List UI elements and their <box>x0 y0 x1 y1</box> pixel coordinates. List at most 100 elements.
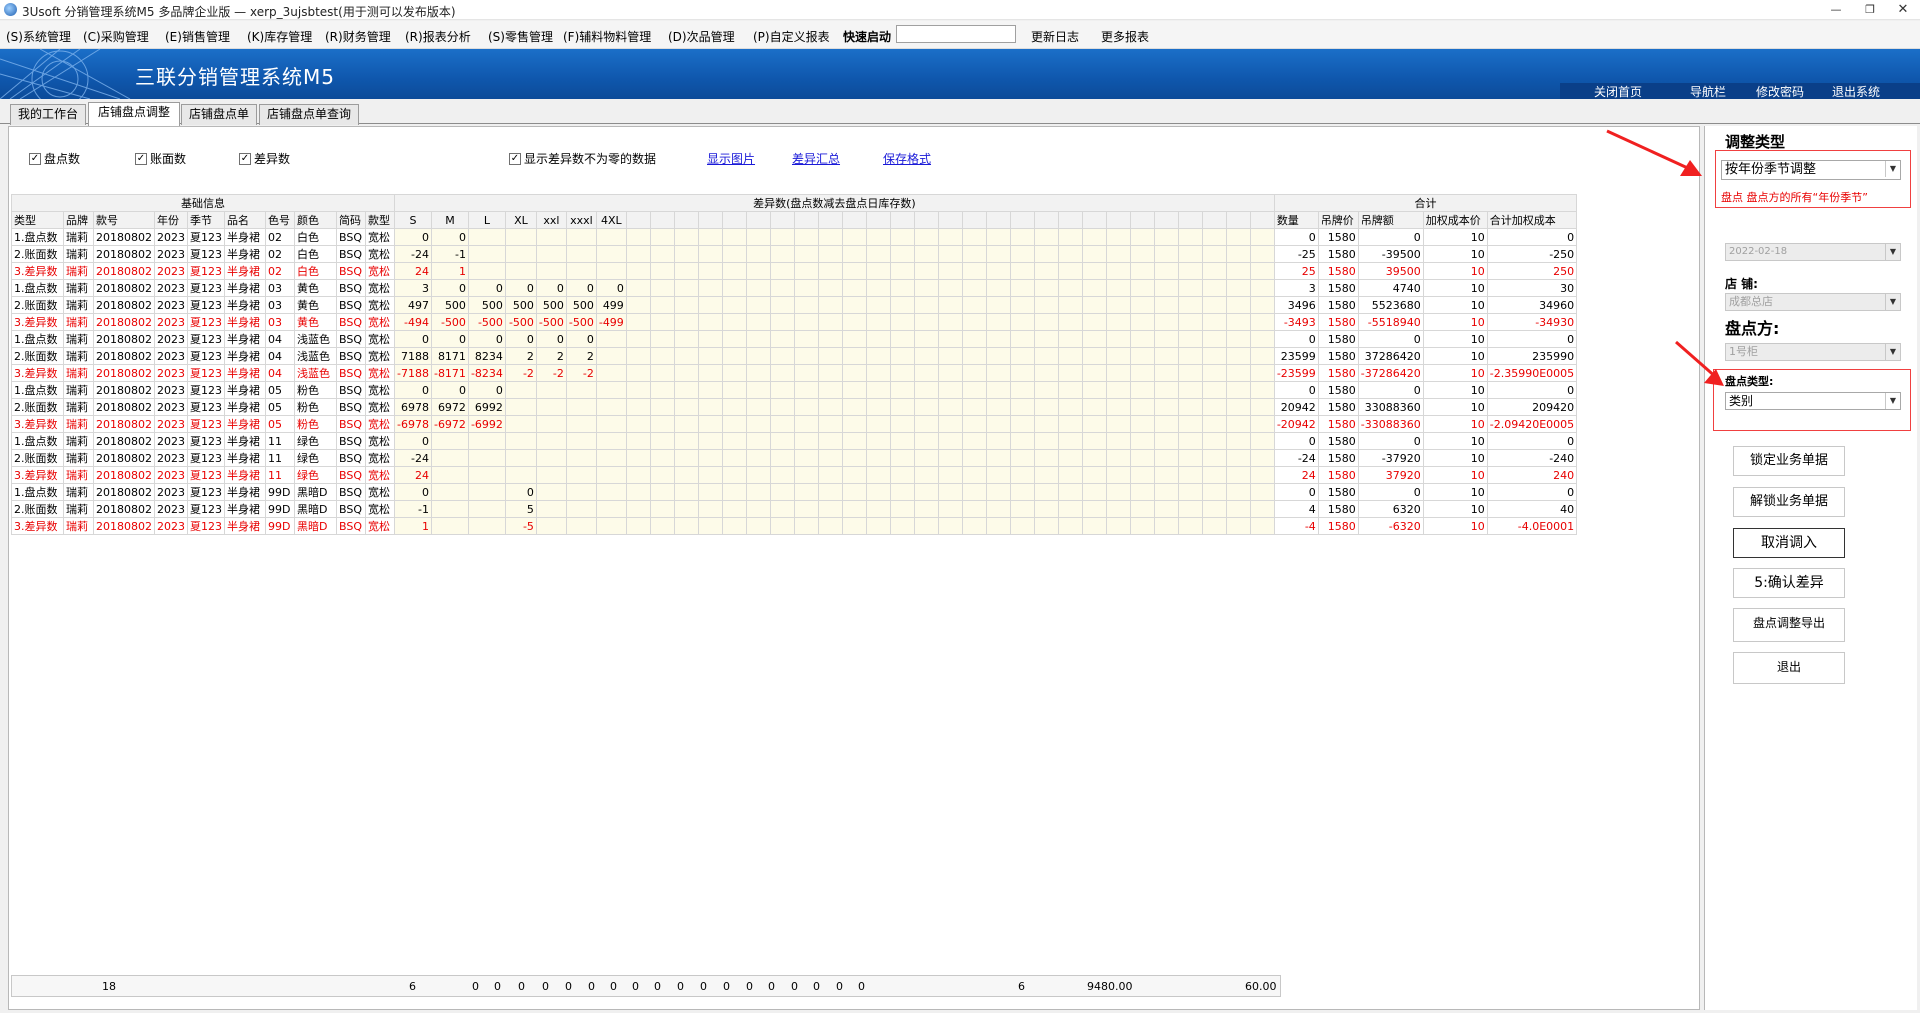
table-cell[interactable]: 瑞莉 <box>63 228 94 246</box>
column-header[interactable]: 吊牌额 <box>1357 211 1424 229</box>
table-row[interactable]: 2.账面数 瑞莉 20180802 2023 夏123 半身裙 02 白色 BSQ 宽松 -24 -1… <box>11 245 1578 263</box>
checkbox-book[interactable]: ✓ 账面数 <box>135 150 186 167</box>
table-cell[interactable] <box>1105 398 1131 416</box>
table-cell[interactable]: BSQ <box>336 415 366 433</box>
table-cell[interactable] <box>649 398 675 416</box>
table-cell[interactable]: 白色 <box>294 245 337 263</box>
table-cell[interactable] <box>673 517 699 535</box>
table-cell[interactable]: 2023 <box>154 228 188 246</box>
table-cell[interactable] <box>1057 398 1083 416</box>
table-cell[interactable] <box>769 466 795 484</box>
table-cell[interactable] <box>745 228 771 246</box>
table-cell[interactable] <box>1129 245 1155 263</box>
table-cell[interactable]: 浅蓝色 <box>294 330 337 348</box>
table-cell[interactable] <box>565 245 597 263</box>
table-cell[interactable] <box>889 432 915 450</box>
table-cell[interactable] <box>1249 245 1275 263</box>
table-cell[interactable]: 02 <box>265 262 295 280</box>
table-cell[interactable] <box>1009 500 1035 518</box>
table-cell[interactable] <box>985 517 1011 535</box>
table-cell[interactable]: -500 <box>430 313 469 331</box>
table-cell[interactable] <box>1177 245 1203 263</box>
table-cell[interactable] <box>961 296 987 314</box>
table-cell[interactable] <box>595 517 627 535</box>
table-cell[interactable] <box>793 398 819 416</box>
table-cell[interactable] <box>697 228 723 246</box>
column-header[interactable]: L <box>467 211 506 229</box>
table-cell[interactable] <box>841 330 867 348</box>
table-cell[interactable]: 3 <box>1273 279 1319 297</box>
table-cell[interactable]: BSQ <box>336 330 366 348</box>
table-cell[interactable] <box>1009 245 1035 263</box>
table-cell[interactable]: 夏123 <box>187 466 225 484</box>
table-cell[interactable] <box>565 466 597 484</box>
table-cell[interactable] <box>504 381 537 399</box>
table-cell[interactable] <box>1177 483 1203 501</box>
table-cell[interactable] <box>1153 262 1179 280</box>
table-cell[interactable]: BSQ <box>336 466 366 484</box>
table-cell[interactable]: 夏123 <box>187 228 225 246</box>
table-cell[interactable] <box>1249 517 1275 535</box>
table-cell[interactable] <box>745 398 771 416</box>
table-cell[interactable]: 1580 <box>1317 279 1359 297</box>
table-cell[interactable]: 半身裙 <box>224 381 266 399</box>
menu-purchase[interactable]: (C)采购管理 <box>83 28 149 45</box>
table-cell[interactable]: 20180802 <box>93 296 155 314</box>
table-cell[interactable] <box>1057 517 1083 535</box>
table-cell[interactable] <box>841 381 867 399</box>
table-cell[interactable]: 宽松 <box>365 415 395 433</box>
table-cell[interactable]: 1.盘点数 <box>11 330 64 348</box>
table-cell[interactable] <box>769 500 795 518</box>
table-cell[interactable]: 02 <box>265 228 295 246</box>
table-cell[interactable]: BSQ <box>336 262 366 280</box>
table-cell[interactable] <box>1057 432 1083 450</box>
table-cell[interactable] <box>1057 483 1083 501</box>
table-cell[interactable] <box>937 262 963 280</box>
table-cell[interactable] <box>430 466 469 484</box>
table-cell[interactable] <box>697 313 723 331</box>
table-cell[interactable]: 瑞莉 <box>63 398 94 416</box>
column-header[interactable]: 合计加权成本 <box>1486 211 1578 229</box>
table-cell[interactable]: 240 <box>1486 466 1578 484</box>
table-cell[interactable] <box>697 449 723 467</box>
table-cell[interactable]: -20942 <box>1273 415 1319 433</box>
table-cell[interactable]: BSQ <box>336 398 366 416</box>
menu-defects[interactable]: (D)次品管理 <box>668 28 735 45</box>
table-cell[interactable]: 2.账面数 <box>11 347 64 365</box>
table-cell[interactable]: 0 <box>467 279 506 297</box>
table-cell[interactable]: 0 <box>430 381 469 399</box>
table-cell[interactable]: 99D <box>265 483 295 501</box>
table-cell[interactable] <box>1201 228 1227 246</box>
table-cell[interactable]: 7188 <box>394 347 432 365</box>
table-cell[interactable] <box>817 398 843 416</box>
table-cell[interactable] <box>565 228 597 246</box>
table-cell[interactable] <box>673 279 699 297</box>
table-cell[interactable] <box>1009 432 1035 450</box>
table-cell[interactable] <box>565 500 597 518</box>
table-cell[interactable]: 11 <box>265 432 295 450</box>
table-cell[interactable]: 10 <box>1422 483 1488 501</box>
table-cell[interactable] <box>649 279 675 297</box>
table-cell[interactable] <box>1033 228 1059 246</box>
table-cell[interactable] <box>1009 262 1035 280</box>
table-cell[interactable]: 0 <box>394 432 432 450</box>
table-cell[interactable] <box>913 330 939 348</box>
table-cell[interactable] <box>817 364 843 382</box>
menu-inventory[interactable]: (K)库存管理 <box>247 28 312 45</box>
table-cell[interactable] <box>985 364 1011 382</box>
table-cell[interactable] <box>1057 347 1083 365</box>
table-cell[interactable] <box>865 517 891 535</box>
table-cell[interactable] <box>649 296 675 314</box>
table-cell[interactable]: -499 <box>595 313 627 331</box>
table-cell[interactable] <box>985 347 1011 365</box>
table-cell[interactable] <box>1105 228 1131 246</box>
table-cell[interactable] <box>793 279 819 297</box>
date-select[interactable]: 2022-02-18 ▼ <box>1725 243 1901 261</box>
table-cell[interactable] <box>961 466 987 484</box>
table-cell[interactable] <box>985 415 1011 433</box>
table-cell[interactable] <box>1081 245 1107 263</box>
table-cell[interactable]: 500 <box>504 296 537 314</box>
table-cell[interactable]: 05 <box>265 415 295 433</box>
table-cell[interactable]: 209420 <box>1486 398 1578 416</box>
table-cell[interactable] <box>745 415 771 433</box>
